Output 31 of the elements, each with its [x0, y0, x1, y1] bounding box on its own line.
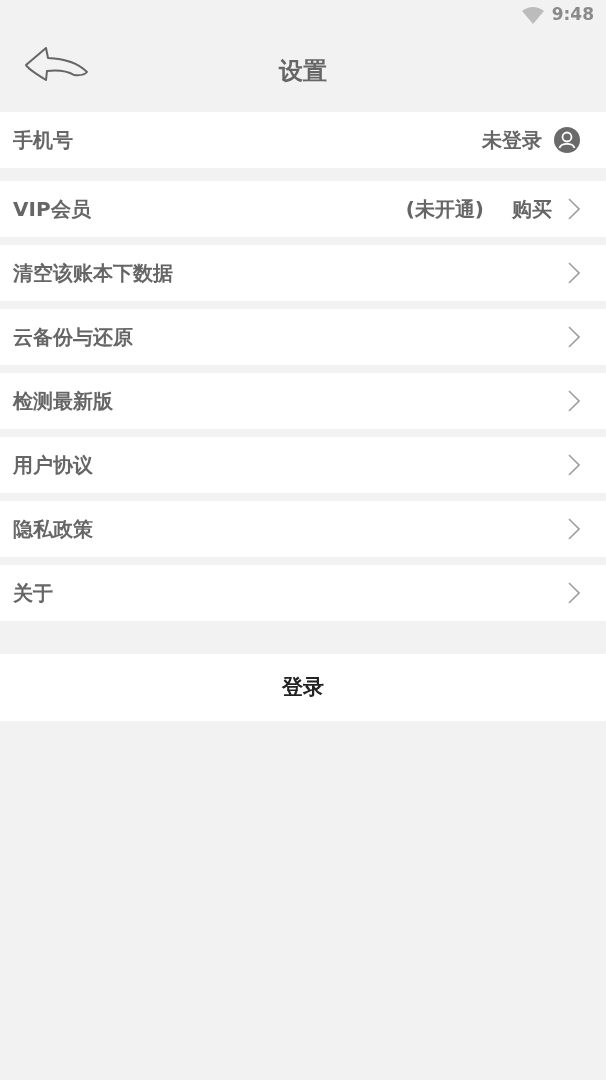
- status-time: 9:48: [551, 3, 594, 27]
- chevron-right-icon: [568, 518, 580, 540]
- chevron-right-icon: [568, 454, 580, 476]
- settings-row[interactable]: 隐私政策: [0, 501, 606, 557]
- row-label: 关于: [13, 580, 53, 607]
- row-label: 手机号: [13, 127, 73, 154]
- chevron-right-icon: [568, 582, 580, 604]
- chevron-right-icon: [568, 390, 580, 412]
- settings-row[interactable]: 云备份与还原: [0, 309, 606, 365]
- buy-link[interactable]: 购买: [512, 194, 552, 224]
- page-title: 设置: [279, 56, 327, 87]
- wifi-icon: [521, 6, 544, 24]
- settings-row[interactable]: 清空该账本下数据: [0, 245, 606, 301]
- settings-row[interactable]: 用户协议: [0, 437, 606, 493]
- settings-row[interactable]: VIP会员 (未开通) 购买: [0, 181, 606, 237]
- settings-row[interactable]: 手机号 未登录: [0, 112, 606, 168]
- row-label: 隐私政策: [13, 516, 93, 543]
- settings-row[interactable]: 检测最新版: [0, 373, 606, 429]
- row-label: VIP会员: [13, 196, 91, 223]
- row-label: 检测最新版: [13, 388, 113, 415]
- chevron-right-icon: [568, 262, 580, 284]
- row-label: 用户协议: [13, 452, 93, 479]
- vip-status: (未开通): [405, 196, 484, 223]
- login-button[interactable]: 登录: [0, 654, 606, 721]
- chevron-right-icon: [568, 198, 580, 220]
- chevron-right-icon: [568, 326, 580, 348]
- user-avatar-icon: [554, 127, 580, 153]
- settings-row[interactable]: 关于: [0, 565, 606, 621]
- row-label: 清空该账本下数据: [13, 260, 173, 287]
- login-status: 未登录: [482, 127, 542, 154]
- row-label: 云备份与还原: [13, 324, 133, 351]
